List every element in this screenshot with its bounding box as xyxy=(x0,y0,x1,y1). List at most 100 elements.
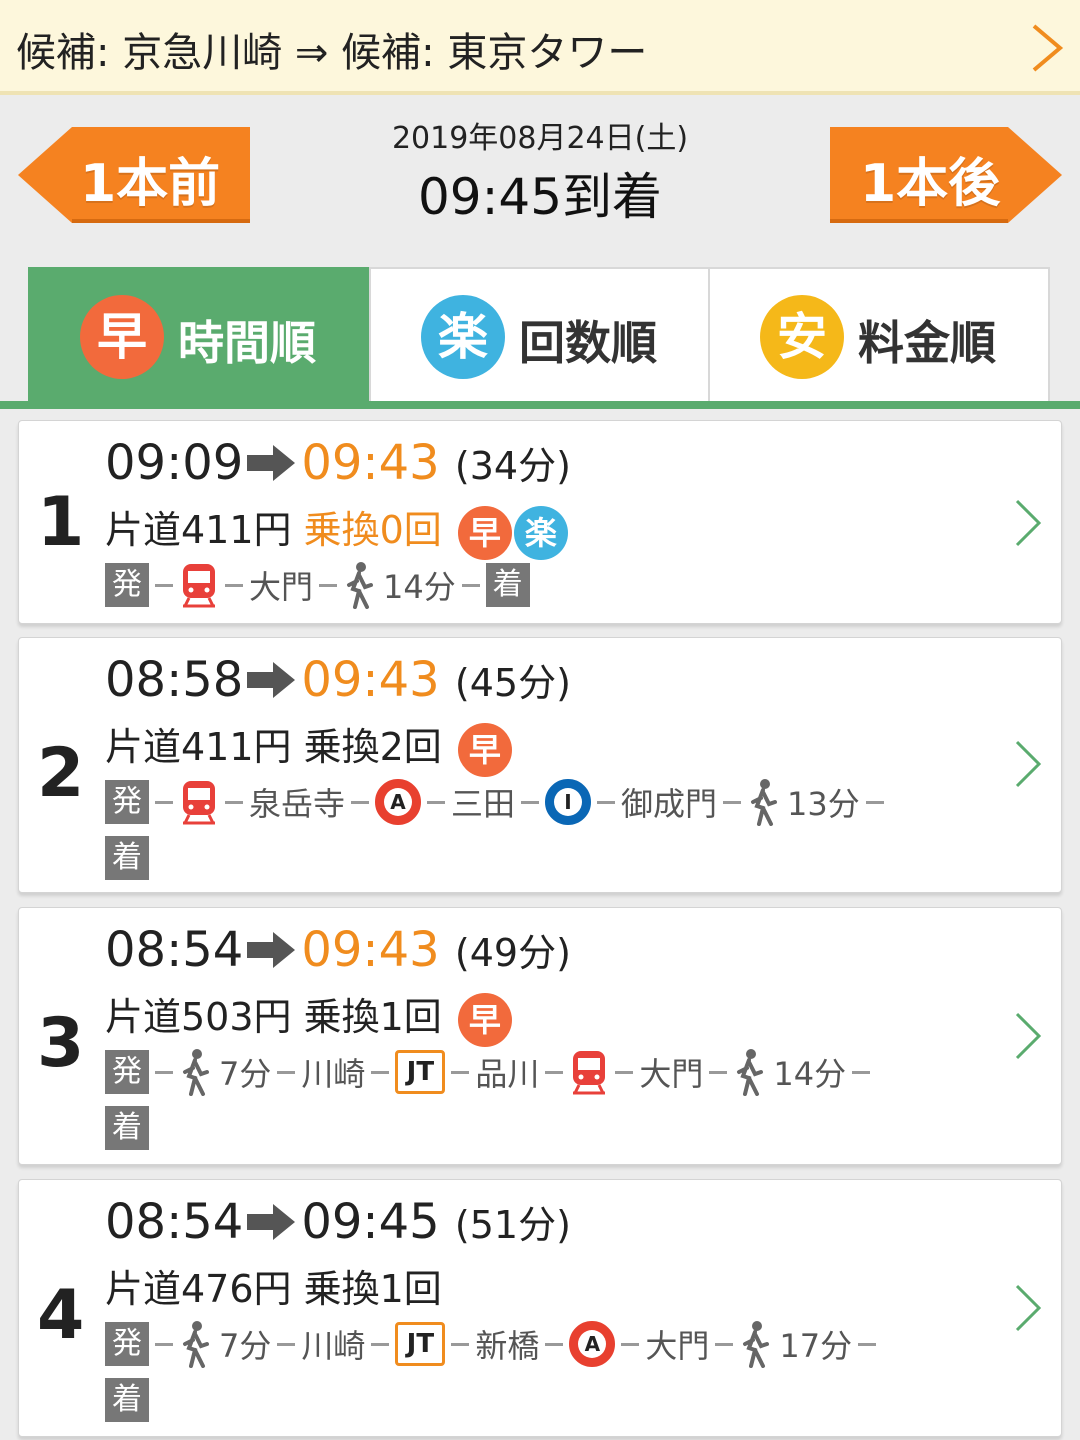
arrive-marker: 着 xyxy=(105,1378,149,1422)
walk-time: 7分 xyxy=(219,1327,272,1365)
train-icon xyxy=(183,564,215,608)
route-segments-end: 着 xyxy=(105,1378,149,1422)
walk-time: 13分 xyxy=(787,785,860,823)
chevron-right-icon xyxy=(1032,24,1064,72)
duration: (51分) xyxy=(454,1203,571,1247)
transfers: 乗換1回 xyxy=(303,1267,442,1311)
station: 川崎 xyxy=(301,1055,366,1093)
mita-line-icon: I xyxy=(545,779,592,825)
asakusa-line-icon: A xyxy=(375,779,422,825)
tab-underline xyxy=(0,401,1080,409)
route-segments-end: 着 xyxy=(105,836,149,880)
easy-badge-icon: 楽 xyxy=(513,505,568,560)
next-train-label: 1本後 xyxy=(860,154,1001,214)
date-nav: 1本前 2019年08月24日(土) 09:45到着 1本後 xyxy=(0,99,1080,267)
chevron-right-icon xyxy=(1015,499,1042,547)
route-result-3[interactable]: 3 08:54 09:43 (49分) 片道503円 乗換1回 早 発 7分 川崎 JT… xyxy=(18,907,1062,1165)
sort-tabs: 早 時間順 楽 回数順 安 料金順 xyxy=(28,267,1052,402)
time-range: 08:54 09:45 (51分) xyxy=(105,1194,571,1250)
route-result-2[interactable]: 2 08:58 09:43 (45分) 片道411円 乗換2回 早 発 泉岳寺 A 三田… xyxy=(18,637,1062,893)
asakusa-line-icon: A xyxy=(569,1321,616,1367)
depart-marker: 発 xyxy=(105,1322,149,1366)
fast-badge-icon: 早 xyxy=(457,992,512,1047)
transfers: 乗換0回 xyxy=(303,508,442,552)
train-icon xyxy=(573,1051,606,1095)
tab-label: 時間順 xyxy=(178,316,316,370)
depart-marker: 発 xyxy=(105,1050,149,1094)
walk-icon xyxy=(737,1049,764,1096)
time-range: 08:54 09:43 (49分) xyxy=(105,922,571,978)
depart-time: 08:54 xyxy=(105,1194,244,1250)
arrive-time: 09:43 xyxy=(301,652,440,708)
fast-badge-icon: 早 xyxy=(457,722,512,777)
arrive-time: 09:43 xyxy=(301,922,440,978)
walk-icon xyxy=(743,1321,770,1368)
fare-line: 片道503円 乗換1回 早 xyxy=(105,986,512,1047)
walk-icon xyxy=(183,1049,209,1096)
tab-time-order[interactable]: 早 時間順 xyxy=(28,267,371,402)
tab-label: 料金順 xyxy=(858,316,996,370)
station: 川崎 xyxy=(301,1327,366,1365)
station: 新橋 xyxy=(475,1327,540,1365)
fare-line: 片道411円 乗換0回 早楽 xyxy=(105,499,568,560)
station: 大門 xyxy=(639,1055,704,1093)
depart-time: 08:58 xyxy=(105,652,244,708)
arrow-right-icon xyxy=(247,932,296,968)
result-number: 1 xyxy=(37,483,85,562)
walk-icon xyxy=(347,562,374,609)
train-icon xyxy=(183,781,215,825)
route-label: 候補: 京急川崎 ⇒ 候補: 東京タワー xyxy=(16,30,648,76)
next-train-button[interactable]: 1本後 xyxy=(830,127,1062,223)
duration: (45分) xyxy=(454,661,571,705)
arrive-marker: 着 xyxy=(485,563,530,607)
walk-time: 14分 xyxy=(773,1055,847,1093)
depart-time: 09:09 xyxy=(105,435,244,491)
route-segments: 発 泉岳寺 A 三田 I 御成門 13分 xyxy=(105,778,890,826)
transfers: 乗換2回 xyxy=(303,725,442,769)
walk-time: 17分 xyxy=(779,1327,853,1365)
route-result-4[interactable]: 4 08:54 09:45 (51分) 片道476円 乗換1回 発 7分 川崎 JT 新橋… xyxy=(18,1179,1062,1437)
route-header[interactable]: 候補: 京急川崎 ⇒ 候補: 東京タワー xyxy=(0,0,1080,95)
fare-line: 片道476円 乗換1回 xyxy=(105,1258,442,1313)
tab-fare-order[interactable]: 安 料金順 xyxy=(708,267,1050,402)
arrive-time: 09:45 xyxy=(301,1194,440,1250)
station: 泉岳寺 xyxy=(249,785,346,823)
cheap-badge-icon: 安 xyxy=(760,295,844,379)
depart-marker: 発 xyxy=(105,563,149,607)
walk-time: 7分 xyxy=(219,1055,272,1093)
walk-time: 14分 xyxy=(383,568,456,606)
fast-badge-icon: 早 xyxy=(80,295,164,379)
arrow-right-icon xyxy=(247,662,296,698)
duration: (34分) xyxy=(454,444,571,488)
route-segments: 発 7分 川崎 JT 新橋 A 大門 17分 xyxy=(105,1320,882,1368)
arrive-marker: 着 xyxy=(105,1106,149,1150)
fare: 片道476円 xyxy=(105,1267,292,1311)
fare: 片道411円 xyxy=(105,725,292,769)
jr-tokaido-line-icon: JT xyxy=(395,1050,446,1094)
fare: 片道411円 xyxy=(105,508,292,552)
station: 大門 xyxy=(249,568,314,606)
arrive-time: 09:43 xyxy=(301,435,440,491)
arrow-right-icon xyxy=(247,445,296,481)
transfers: 乗換1回 xyxy=(303,995,442,1039)
chevron-right-icon xyxy=(1015,1012,1042,1060)
route-segments-end: 着 xyxy=(105,1106,149,1150)
route-segments: 発 大門 14分着 xyxy=(105,561,530,609)
duration: (49分) xyxy=(454,931,571,975)
easy-badge-icon: 楽 xyxy=(421,295,505,379)
jr-tokaido-line-icon: JT xyxy=(395,1322,446,1366)
station: 御成門 xyxy=(621,785,718,823)
station: 品川 xyxy=(475,1055,540,1093)
fare: 片道503円 xyxy=(105,995,292,1039)
result-number: 3 xyxy=(37,1004,85,1083)
station: 大門 xyxy=(645,1327,710,1365)
route-result-1[interactable]: 1 09:09 09:43 (34分) 片道411円 乗換0回 早楽 発 大門 14分… xyxy=(18,420,1062,624)
chevron-right-icon xyxy=(1015,1284,1042,1332)
tab-transfer-order[interactable]: 楽 回数順 xyxy=(369,267,710,402)
fast-badge-icon: 早 xyxy=(457,505,512,560)
arrow-right-icon xyxy=(247,1204,296,1240)
tab-label: 回数順 xyxy=(519,316,657,370)
station: 三田 xyxy=(451,785,516,823)
walk-icon xyxy=(183,1321,209,1368)
route-segments: 発 7分 川崎 JT 品川 大門 14分 xyxy=(105,1048,876,1096)
